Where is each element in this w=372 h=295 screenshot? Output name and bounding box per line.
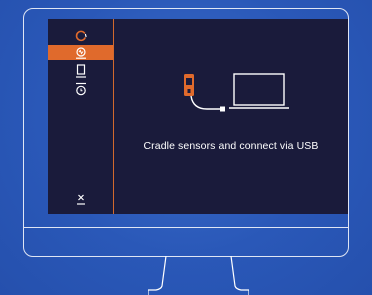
sidebar-item-history[interactable] [48,81,113,97]
sensor-icon [75,46,86,59]
sidebar-item-sensors[interactable] [48,45,113,60]
loading-spinner-icon [75,30,87,42]
sidebar-item-sync[interactable] [48,28,113,44]
sidebar-close-button[interactable] [48,191,113,207]
sidebar [48,19,114,214]
clock-icon [75,82,86,95]
connect-illustration [184,73,289,112]
monitor-chin-divider [24,227,348,228]
device-icon [75,63,86,78]
laptop-icon [229,73,289,109]
usb-cable-icon [190,95,220,110]
close-icon [76,194,85,205]
app-screen: Cradle sensors and connect via USB [48,19,348,214]
instruction-text: Cradle sensors and connect via USB [143,140,319,152]
monitor-stand [148,256,249,295]
main-panel: Cradle sensors and connect via USB [114,19,348,214]
sensor-device-icon [184,74,194,96]
sidebar-item-device[interactable] [48,63,113,79]
